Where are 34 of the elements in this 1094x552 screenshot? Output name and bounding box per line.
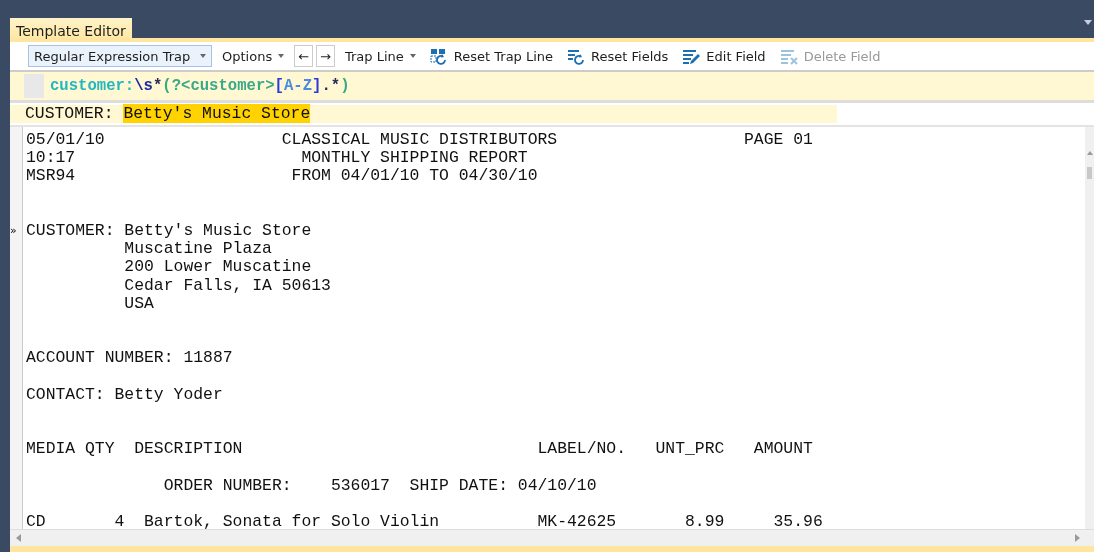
report-line: ACCOUNT NUMBER: 11887: [26, 349, 233, 368]
arrow-button[interactable]: ←: [294, 45, 314, 67]
list-reset-icon: [567, 47, 586, 65]
report-line: USA: [123, 294, 154, 313]
list-x-icon: [779, 47, 798, 65]
report-line: MEDIA QTY DESCRIPTION LABEL/NO. UNT_PRC AMOUNT: [26, 440, 813, 459]
toolbar-button[interactable]: Reset Trap Line: [425, 45, 558, 67]
report-line: CD 4 Bartok, Sonata for Solo Violin MK-42625 8.99 35.96: [26, 512, 823, 529]
report-line: 05/01/10 CLASSICAL MUSIC DISTRIBUTORS PAGE 01: [26, 131, 813, 150]
grid-reset-icon: [429, 47, 448, 65]
menu-button[interactable]: Options: [218, 45, 289, 67]
menu-button[interactable]: Trap Line: [341, 45, 420, 67]
report-line: ORDER NUMBER: 536017 SHIP DATE: 04/10/10: [162, 476, 597, 495]
editor-tab[interactable]: Template Editor: [10, 18, 132, 38]
match-preview: CUSTOMER: Betty's Music Store: [10, 105, 837, 123]
trap-type-dropdown[interactable]: Regular Expression Trap: [28, 45, 212, 67]
list-pencil-icon: [682, 47, 701, 65]
caret-icon: [200, 54, 206, 58]
report-line: 10:17 MONTHLY SHIPPING REPORT: [26, 149, 528, 168]
caret-icon: [278, 54, 285, 58]
report-line: CONTACT: Betty Yoder: [26, 385, 223, 404]
toolbar-button[interactable]: Edit Field: [678, 45, 770, 67]
report-line: CUSTOMER: Betty's Music Store: [26, 221, 312, 241]
report-line: Cedar Falls, IA 50613: [123, 276, 331, 295]
dropdown-caret-icon[interactable]: [1084, 20, 1092, 25]
current-line-marker: »: [10, 222, 17, 239]
caret-icon: [409, 54, 416, 58]
horizontal-scrollbar[interactable]: [10, 529, 1094, 546]
arrow-button[interactable]: →: [316, 45, 335, 67]
toolbar-button[interactable]: Reset Fields: [563, 45, 673, 67]
report-line: MSR94 FROM 04/01/10 TO 04/30/10: [26, 167, 538, 186]
vertical-scrollbar[interactable]: [1085, 127, 1094, 529]
report-line: Muscatine Plaza: [123, 240, 272, 259]
report-line: 200 Lower Muscatine: [123, 258, 312, 277]
